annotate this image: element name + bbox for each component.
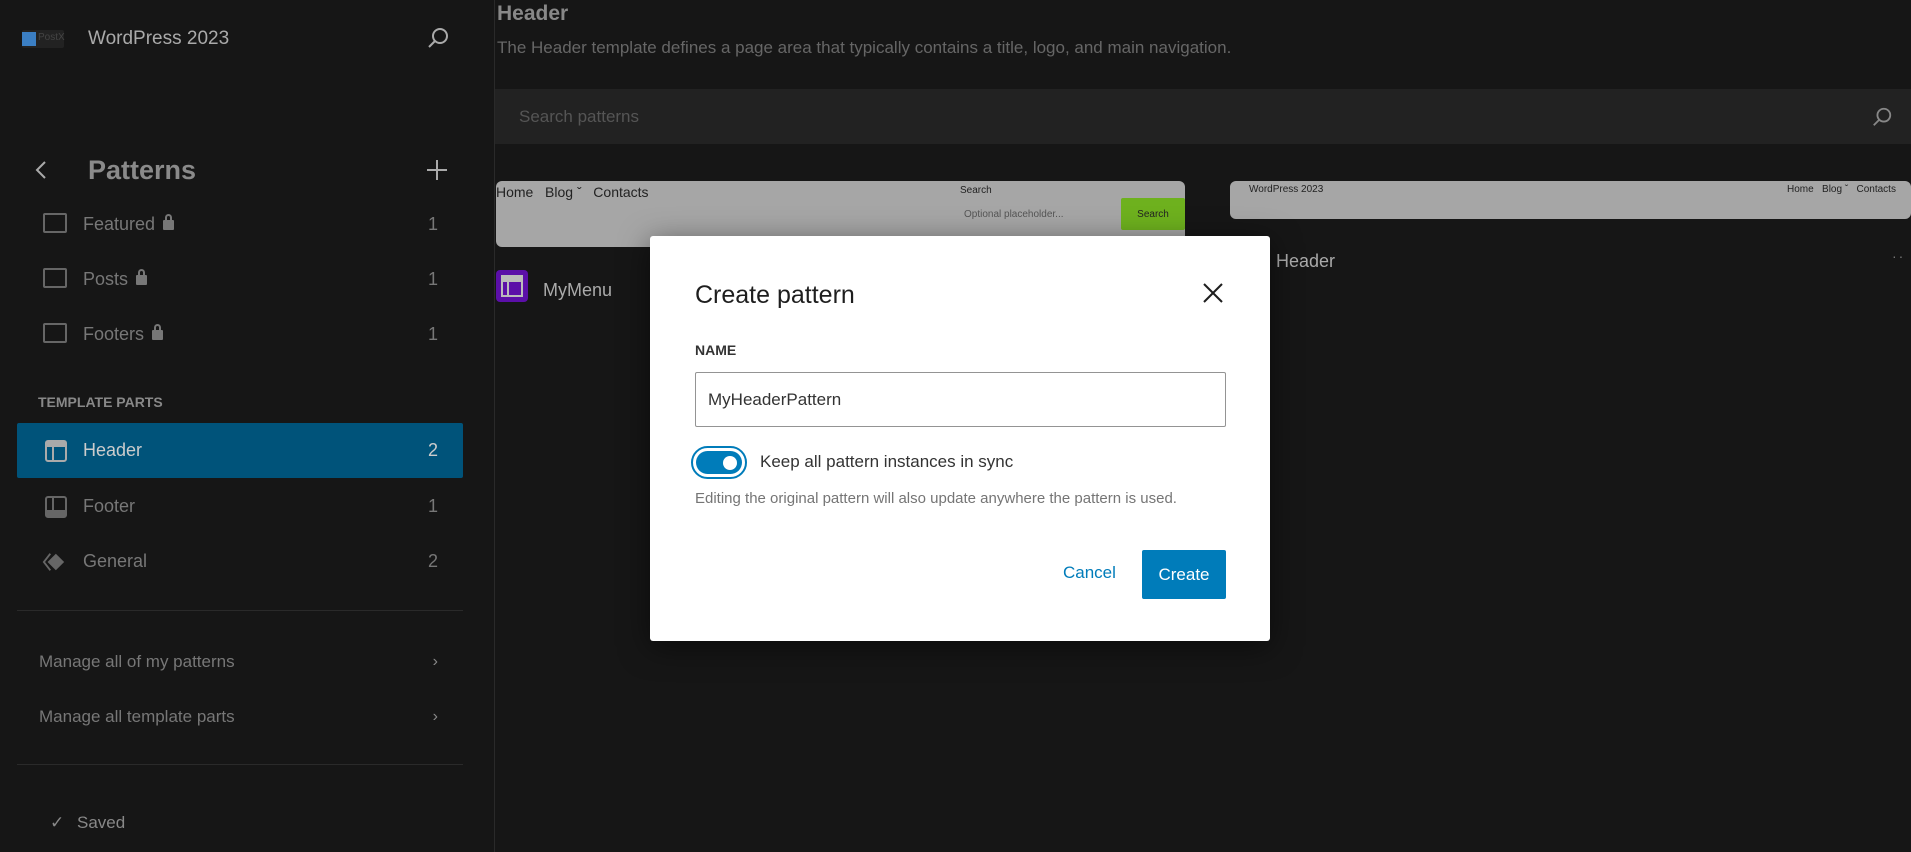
search-icon[interactable] [426, 26, 450, 55]
site-logo[interactable]: PostX [22, 30, 65, 48]
footer-layout-icon [45, 495, 67, 518]
lock-icon [136, 269, 148, 285]
folder-icon [43, 323, 67, 343]
sync-help-text: Editing the original pattern will also u… [695, 490, 1177, 507]
saved-status: ✓ Saved [50, 813, 126, 832]
create-button[interactable]: Create [1142, 550, 1226, 599]
symbol-icon [42, 552, 65, 571]
dialog-title: Create pattern [695, 281, 855, 309]
item-count: 2 [427, 551, 438, 571]
toggle-knob [723, 456, 737, 470]
preview-nav: Home Blog ˇ Contacts [496, 184, 649, 200]
pattern-name[interactable]: MyMenu [543, 280, 612, 301]
sidebar-item-featured[interactable]: Featured 1 [17, 197, 463, 252]
more-options-icon[interactable]: ·· [1892, 248, 1905, 264]
item-count: 2 [427, 440, 438, 460]
item-count: 1 [427, 269, 438, 289]
divider [17, 764, 463, 765]
create-pattern-dialog: Create pattern NAME Keep all pattern ins… [650, 236, 1270, 641]
folder-icon [43, 213, 67, 233]
template-part-icon [496, 270, 528, 302]
item-count: 1 [427, 324, 438, 344]
sync-label[interactable]: Keep all pattern instances in sync [760, 452, 1013, 472]
header-layout-icon [45, 439, 67, 462]
folder-icon [43, 268, 67, 288]
manage-patterns-link[interactable]: Manage all of my patterns › [17, 637, 463, 687]
name-input[interactable] [695, 372, 1226, 427]
lock-icon [152, 324, 164, 340]
item-count: 1 [427, 214, 438, 234]
page-title: Header [497, 2, 569, 25]
divider [17, 610, 463, 611]
sidebar-item-footer[interactable]: Footer 1 [17, 479, 463, 534]
name-label: NAME [695, 342, 737, 358]
lock-icon [163, 214, 175, 230]
item-count: 1 [427, 496, 438, 516]
sidebar-item-general[interactable]: General 2 [17, 534, 463, 589]
add-pattern-icon[interactable] [426, 159, 448, 186]
item-label: General [83, 551, 148, 571]
sidebar-item-footers[interactable]: Footers 1 [17, 307, 463, 362]
item-label: Posts [83, 269, 129, 289]
site-title: WordPress 2023 [88, 28, 230, 49]
pattern-preview-header[interactable]: WordPress 2023 Home Blog ˇ Contacts [1230, 181, 1911, 219]
sidebar-item-posts[interactable]: Posts 1 [17, 252, 463, 307]
item-label: Footer [83, 496, 136, 516]
sync-toggle[interactable] [691, 446, 747, 479]
sidebar-item-header[interactable]: Header 2 [17, 423, 463, 478]
search-input[interactable] [519, 106, 1819, 127]
item-label: Header [83, 440, 143, 460]
check-icon: ✓ [50, 813, 65, 832]
search-bar [495, 89, 1911, 144]
item-label: Footers [83, 324, 145, 344]
chevron-right-icon: › [432, 653, 438, 670]
search-icon[interactable] [1871, 106, 1893, 128]
preview-search-button: Search [1121, 198, 1185, 230]
link-label: Manage all of my patterns [39, 652, 235, 671]
page-title: Patterns [88, 155, 197, 185]
chevron-right-icon: › [432, 708, 438, 725]
page-description: The Header template defines a page area … [497, 38, 1232, 57]
cancel-button[interactable]: Cancel [1063, 563, 1116, 583]
sidebar: PostX WordPress 2023 Patterns Featured 1… [0, 0, 495, 852]
preview-nav: Home Blog ˇ Contacts [1787, 184, 1896, 195]
pattern-name[interactable]: Header [1276, 251, 1335, 272]
close-icon[interactable] [1198, 278, 1228, 308]
section-heading: TEMPLATE PARTS [38, 394, 163, 410]
item-label: Featured [83, 214, 156, 234]
back-chevron-icon[interactable] [34, 158, 48, 187]
manage-template-parts-link[interactable]: Manage all template parts › [17, 692, 463, 742]
link-label: Manage all template parts [39, 707, 235, 726]
